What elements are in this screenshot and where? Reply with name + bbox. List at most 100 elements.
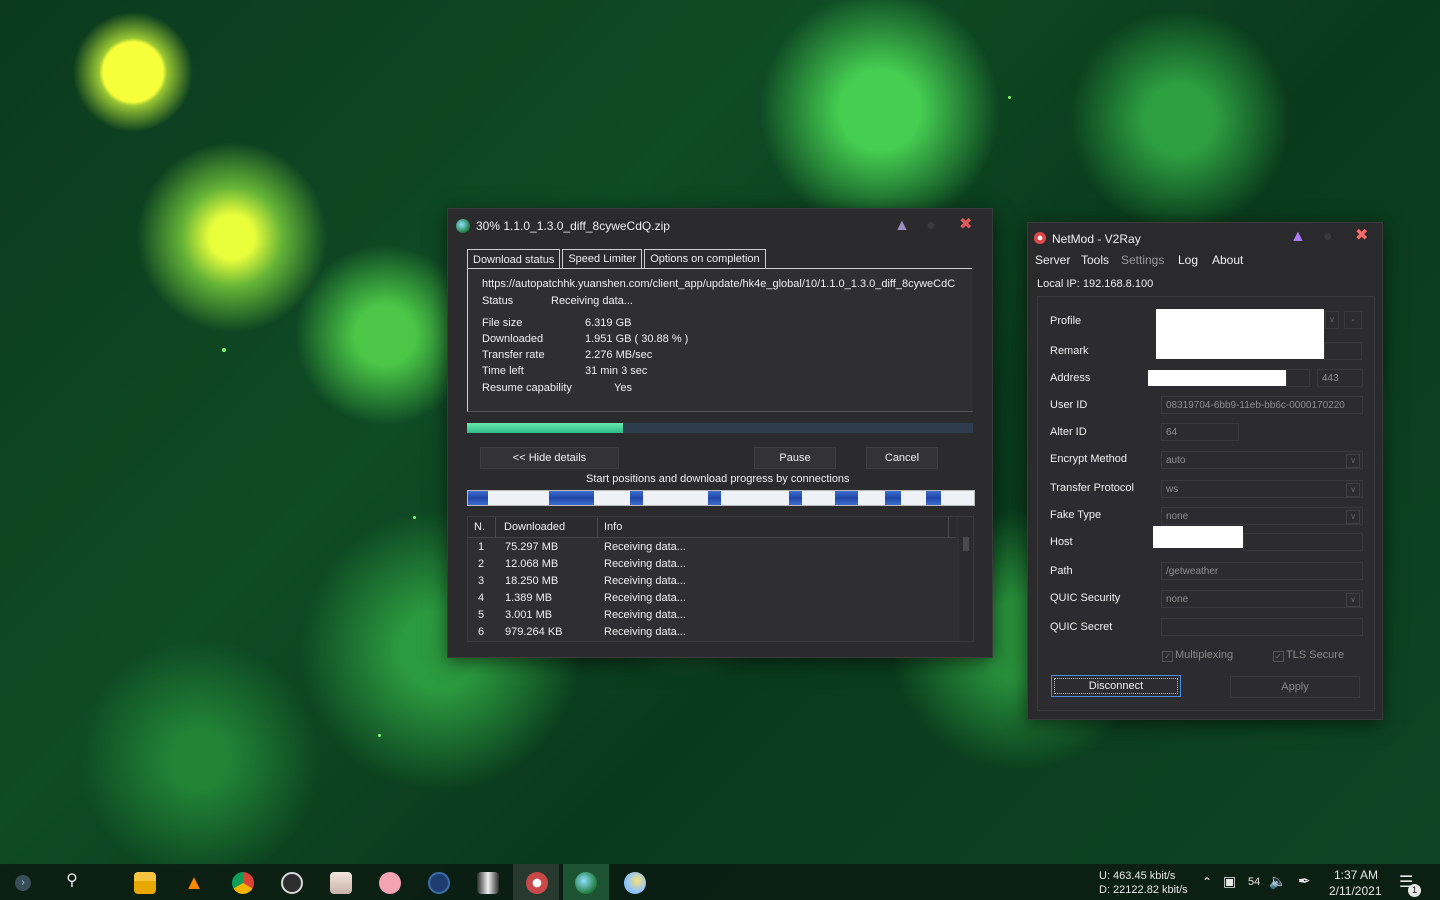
- netmod-title: NetMod - V2Ray: [1052, 232, 1141, 246]
- quic-secret-input[interactable]: [1161, 618, 1363, 636]
- menu-tools[interactable]: Tools: [1081, 253, 1109, 267]
- column-header-info[interactable]: Info: [604, 521, 622, 533]
- disconnect-button[interactable]: Disconnect: [1051, 675, 1181, 697]
- tab-download-status[interactable]: Download status: [467, 249, 561, 269]
- column-header-n[interactable]: N.: [474, 521, 485, 533]
- network-icon[interactable]: ▣: [1223, 873, 1236, 890]
- chevron-down-icon: ∨: [1346, 454, 1360, 468]
- table-row[interactable]: 3 18.250 MB Receiving data...: [468, 574, 956, 591]
- obs-icon[interactable]: [281, 872, 303, 894]
- table-row[interactable]: 5 3.001 MB Receiving data...: [468, 608, 956, 625]
- tab-options-on-completion[interactable]: Options on completion: [644, 249, 766, 269]
- user-id-input[interactable]: 08319704-6bb9-11eb-bb6c-0000170220: [1161, 396, 1363, 414]
- clock-date[interactable]: 2/11/2021: [1329, 884, 1382, 898]
- maximize-circle-icon[interactable]: ●: [926, 218, 936, 234]
- menu-log[interactable]: Log: [1178, 253, 1198, 267]
- minimize-triangle-icon[interactable]: ▲: [894, 218, 910, 234]
- cancel-button[interactable]: Cancel: [866, 447, 938, 469]
- game-app-icon[interactable]: [477, 872, 499, 894]
- fake-type-select[interactable]: none ∨: [1161, 507, 1363, 525]
- apply-button[interactable]: Apply: [1230, 676, 1360, 698]
- fake-type-value: none: [1166, 511, 1189, 522]
- status-value: Receiving data...: [551, 295, 633, 307]
- netmod-titlebar[interactable]: NetMod - V2Ray ▲ ● ✖: [1028, 223, 1382, 255]
- minimize-triangle-icon[interactable]: ▲: [1290, 229, 1306, 245]
- encrypt-method-value: auto: [1166, 455, 1186, 466]
- download-titlebar[interactable]: 30% 1.1.0_1.3.0_diff_8cyweCdQ.zip ▲ ● ✖: [448, 209, 992, 241]
- clock-time[interactable]: 1:37 AM: [1334, 868, 1378, 882]
- table-scrollbar[interactable]: [959, 517, 973, 641]
- close-icon[interactable]: ✖: [959, 217, 972, 233]
- connections-table: N. Downloaded Info 1 75.297 MB Receiving…: [467, 516, 974, 642]
- row-number: 6: [478, 626, 485, 638]
- netmod-window: NetMod - V2Ray ▲ ● ✖ Server Tools Settin…: [1027, 222, 1383, 720]
- row-info: Receiving data...: [604, 541, 686, 553]
- chevron-up-icon[interactable]: ⌃: [1202, 875, 1212, 889]
- host-input[interactable]: [1153, 526, 1243, 548]
- tls-secure-label: TLS Secure: [1286, 649, 1345, 661]
- column-divider: [948, 517, 949, 537]
- transfer-protocol-select[interactable]: ws ∨: [1161, 480, 1363, 498]
- scrollbar-thumb[interactable]: [963, 537, 969, 551]
- remark-input[interactable]: [1324, 342, 1362, 360]
- row-downloaded: 75.297 MB: [505, 541, 559, 553]
- menu-settings[interactable]: Settings: [1121, 253, 1164, 267]
- address-input[interactable]: [1148, 370, 1286, 386]
- profile-remove-button[interactable]: -: [1344, 311, 1362, 329]
- alter-id-label: Alter ID: [1050, 426, 1087, 438]
- piggy-app-icon[interactable]: [379, 872, 401, 894]
- path-input[interactable]: /getweather: [1161, 562, 1363, 580]
- address-label: Address: [1050, 372, 1091, 384]
- paint-app-icon[interactable]: [624, 872, 646, 894]
- pen-icon[interactable]: ✒: [1298, 872, 1311, 890]
- network-app-icon[interactable]: [428, 872, 450, 894]
- connection-segment: [629, 491, 643, 505]
- idm-taskbar-icon[interactable]: [575, 872, 597, 894]
- column-header-downloaded[interactable]: Downloaded: [504, 521, 565, 533]
- profile-dropdown-toggle[interactable]: ∨: [1325, 311, 1339, 329]
- multiplexing-label: Multiplexing: [1175, 649, 1234, 661]
- taskbar: › ⚲ ▲ U: 463.45 kbit/s D: 22122.82 kbit/…: [0, 864, 1440, 900]
- quic-security-select[interactable]: none ∨: [1161, 590, 1363, 608]
- connection-segment: [885, 491, 901, 505]
- row-info: Receiving data...: [604, 609, 686, 621]
- menu-server[interactable]: Server: [1035, 253, 1070, 267]
- address-input-tail[interactable]: [1286, 369, 1310, 387]
- file-explorer-icon[interactable]: [134, 872, 156, 894]
- table-row[interactable]: 4 1.389 MB Receiving data...: [468, 591, 956, 608]
- cortana-icon[interactable]: ›: [15, 875, 31, 891]
- alter-id-input[interactable]: 64: [1161, 423, 1239, 441]
- menu-about[interactable]: About: [1212, 253, 1243, 267]
- table-row[interactable]: 2 12.068 MB Receiving data...: [468, 557, 956, 574]
- port-input[interactable]: 443: [1317, 369, 1363, 387]
- maximize-circle-icon[interactable]: ●: [1323, 229, 1333, 245]
- connection-segment: [468, 491, 489, 505]
- close-icon[interactable]: ✖: [1355, 228, 1368, 244]
- remark-label: Remark: [1050, 345, 1089, 357]
- download-status-panel: https://autopatchhk.yuanshen.com/client_…: [467, 269, 973, 412]
- table-row[interactable]: 6 979.264 KB Receiving data...: [468, 625, 956, 641]
- row-info: Receiving data...: [604, 592, 686, 604]
- profile-select[interactable]: [1156, 309, 1324, 359]
- netmod-taskbar-icon[interactable]: [526, 872, 548, 894]
- chevron-down-icon: ∨: [1346, 483, 1360, 497]
- table-row[interactable]: 1 75.297 MB Receiving data...: [468, 540, 956, 557]
- hide-details-button[interactable]: << Hide details: [480, 447, 619, 469]
- status-label: Status: [482, 295, 514, 307]
- multiplexing-checkbox[interactable]: ✓ Multiplexing: [1162, 649, 1233, 662]
- chrome-icon[interactable]: [232, 872, 254, 894]
- row-number: 3: [478, 575, 485, 587]
- host-label: Host: [1050, 536, 1073, 548]
- host-input-tail[interactable]: [1243, 533, 1363, 551]
- row-downloaded: 979.264 KB: [505, 626, 563, 638]
- search-icon[interactable]: ⚲: [62, 871, 82, 891]
- volume-icon[interactable]: 🔈: [1269, 873, 1286, 890]
- encrypt-method-select[interactable]: auto ∨: [1161, 451, 1363, 469]
- chevron-down-icon: ∨: [1346, 510, 1360, 524]
- tls-secure-checkbox[interactable]: ✓ TLS Secure: [1273, 649, 1344, 662]
- anime-app-icon[interactable]: [330, 872, 352, 894]
- pause-button[interactable]: Pause: [754, 447, 836, 469]
- vlc-icon[interactable]: ▲: [183, 872, 205, 894]
- tab-speed-limiter[interactable]: Speed Limiter: [562, 249, 643, 269]
- download-progress-bar: [467, 423, 973, 433]
